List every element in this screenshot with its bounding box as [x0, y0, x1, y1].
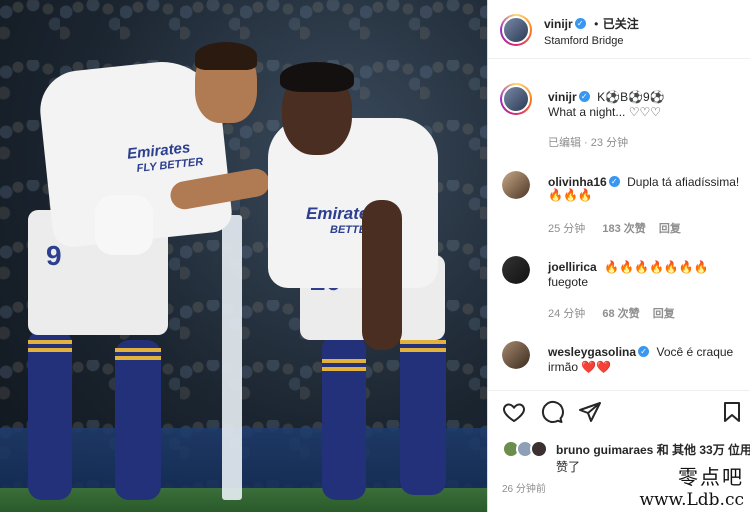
comment-line: wesleygasolina ✓ Você é craque: [548, 343, 733, 361]
post-photo[interactable]: 9 Emirates FLY BETTER 20 Emirates BETTER: [0, 0, 487, 512]
reply-button[interactable]: 回复: [659, 223, 681, 235]
comment-text-continued: fuegote: [548, 275, 589, 289]
site-watermark: 零点吧 www.Ldb.cc: [639, 461, 744, 510]
corner-flag-pole: [222, 215, 242, 500]
comment-time: 25 分钟: [548, 223, 586, 235]
comment-username[interactable]: joellirica: [548, 260, 597, 274]
likes-summary[interactable]: bruno guimaraes 和 其他 33万 位用户: [556, 441, 750, 458]
player-left-bandaged-hand: [95, 195, 153, 255]
comment-emoji: 🔥🔥🔥: [548, 188, 593, 202]
post-side-panel: vinijr ✓ • 已关注 Stamford Bridge vinijr ✓ K⚽…: [487, 0, 750, 512]
author-row: vinijr ✓ • 已关注: [544, 15, 639, 33]
player-right-leg: [400, 330, 446, 495]
follow-status-button[interactable]: 已关注: [603, 17, 639, 31]
dot-separator: •: [594, 17, 599, 31]
caption-line: vinijr ✓ K⚽B⚽9⚽: [548, 88, 665, 106]
commenter-avatar[interactable]: [502, 256, 530, 284]
commenter-avatar[interactable]: [502, 341, 530, 369]
caption-text-line1: K⚽B⚽9⚽: [597, 90, 665, 104]
post-timestamp[interactable]: 26 分钟前: [502, 480, 546, 495]
heart-icon[interactable]: [502, 400, 526, 424]
author-username[interactable]: vinijr: [544, 17, 573, 31]
caption-meta: 已编辑 · 23 分钟: [548, 137, 629, 149]
player-right-hair: [280, 62, 354, 92]
shorts-number: 9: [46, 240, 62, 271]
comment-meta: 25 分钟 183 次赞 回复: [548, 220, 681, 236]
verified-icon: ✓: [638, 346, 650, 358]
comment-meta: 24 分钟 68 次赞 回复: [548, 305, 675, 321]
comment-line: joellirica 🔥🔥🔥🔥🔥🔥🔥: [548, 258, 709, 276]
commenter-avatar[interactable]: [502, 171, 530, 199]
comment-icon[interactable]: [540, 400, 564, 424]
verified-icon: ✓: [578, 91, 590, 103]
comment-text: 🔥🔥🔥🔥🔥🔥🔥: [604, 260, 709, 274]
post-header: vinijr ✓ • 已关注 Stamford Bridge: [488, 0, 750, 59]
author-avatar[interactable]: [500, 14, 532, 46]
verified-icon: ✓: [608, 176, 620, 188]
divider: [488, 390, 750, 391]
share-icon[interactable]: [578, 400, 602, 424]
player-left-leg: [28, 330, 72, 500]
watermark-name: 零点吧: [678, 465, 744, 489]
comment-time: 24 分钟: [548, 308, 586, 320]
caption-text-line2: What a night... ♡♡♡: [548, 105, 661, 119]
reply-button[interactable]: 回复: [653, 308, 675, 320]
comment-likes[interactable]: 183 次赞: [602, 223, 645, 235]
player-left-hair: [195, 42, 257, 70]
bookmark-icon[interactable]: [720, 400, 744, 424]
verified-icon: ✓: [574, 18, 586, 30]
player-left-leg: [115, 340, 161, 500]
comment-text-continued: irmão ❤️❤️: [548, 360, 612, 374]
liker-avatar[interactable]: [530, 440, 548, 458]
caption-author-avatar[interactable]: [500, 83, 532, 115]
comment-text: Você é craque: [656, 345, 734, 359]
caption-username[interactable]: vinijr: [548, 90, 577, 104]
comment-username[interactable]: olivinha16: [548, 175, 607, 189]
comment-username[interactable]: wesleygasolina: [548, 345, 636, 359]
likes-summary-suffix: 赞了: [556, 460, 581, 474]
player-right-arm: [362, 200, 402, 350]
post-location[interactable]: Stamford Bridge: [544, 35, 623, 47]
comment-text: Dupla tá afiadíssima!: [627, 175, 740, 189]
watermark-url: www.Ldb.cc: [639, 490, 744, 510]
comment-likes[interactable]: 68 次赞: [602, 308, 639, 320]
player-right-leg: [322, 335, 366, 500]
